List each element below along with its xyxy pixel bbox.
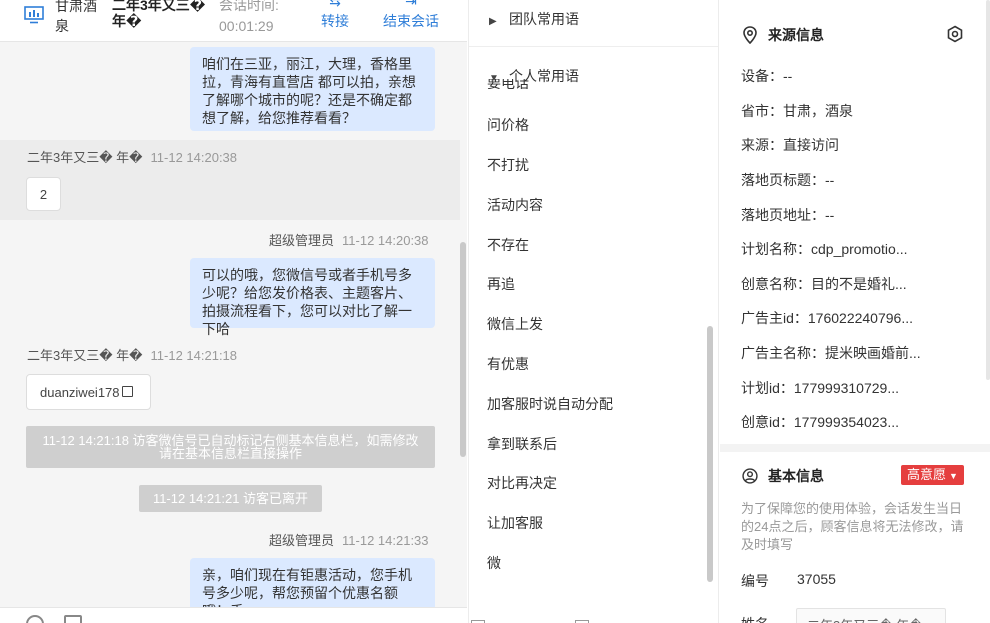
source-row-plan-id: 计划id：177999310729... [741, 380, 899, 396]
phrase-item[interactable]: 微信上发 [487, 314, 543, 334]
source-row-landing-url: 落地页地址：-- [741, 207, 835, 223]
message-sender: 二年3年又三� 年� [27, 348, 143, 363]
message-meta: 超级管理员 11-12 14:20:38 [269, 233, 429, 249]
agent-message-bubble: 可以的哦，您微信号或者手机号多少呢？给您发价格表、主题客片、拍摄流程看下，您可以… [190, 258, 435, 337]
source-row-creative-id: 创意id：177999354023... [741, 414, 899, 430]
source-row-advertiser-name: 广告主名称：提米映画婚前... [741, 345, 921, 361]
agent-message-bubble: 咱们在三亚，丽江，大理，香格里拉，青海有直营店 都可以拍，亲想了解哪个城市的呢？… [190, 47, 435, 131]
agent-message-bubble: 亲，咱们现在有钜惠活动，您手机号多少呢，帮您预留个优惠名额哦！手 [190, 558, 435, 607]
message-sender: 超级管理员 [269, 533, 335, 548]
group-divider [469, 46, 718, 47]
message-meta: 二年3年又三� 年� 11-12 14:20:38 [27, 150, 237, 166]
source-row-creative-name: 创意名称：目的不是婚礼... [741, 276, 907, 292]
copy-icon[interactable] [121, 385, 133, 397]
intent-level-dropdown[interactable]: 高意愿 ▼ [901, 465, 964, 485]
caret-right-icon: ▶ [489, 16, 497, 27]
emoji-icon[interactable] [26, 615, 44, 623]
phrase-item[interactable]: 不存在 [487, 235, 529, 255]
phrase-item[interactable]: 拿到联系后 [487, 434, 557, 454]
phrases-scrollbar[interactable] [707, 326, 713, 582]
customer-message-bubble: duanziwei178 [26, 374, 151, 410]
phrase-item[interactable]: 微 [487, 553, 501, 573]
source-row-landing-title: 落地页标题：-- [741, 172, 835, 188]
info-scrollbar[interactable] [986, 0, 990, 380]
chat-header: 甘肃酒泉 二年3年又三� 年� 会话时间: 00:01:29 ⇆ 转接 ⇥ 结束… [0, 0, 467, 42]
message-time: 11-12 14:21:18 [150, 348, 238, 363]
phrase-item[interactable]: 活动内容 [487, 195, 543, 215]
settings-icon[interactable] [946, 25, 964, 43]
message-time: 11-12 14:21:33 [342, 533, 429, 548]
visitor-name: 二年3年又三� 年� [112, 0, 206, 29]
team-phrases-group[interactable]: ▶ 团队常用语 [489, 9, 579, 29]
source-row-device: 设备：-- [741, 68, 793, 84]
source-info-label: 来源信息 [768, 27, 824, 43]
visitor-info-panel: 来源信息 设备：-- 省市：甘肃，酒泉 来源：直接访问 落地页标题：-- 落地页… [720, 0, 990, 623]
transfer-label: 转接 [321, 13, 349, 29]
message-meta: 二年3年又三� 年� 11-12 14:21:18 [27, 348, 237, 364]
exit-icon: ⇥ [405, 0, 417, 9]
phrase-item[interactable]: 要电话 [487, 79, 529, 89]
session-time: 00:01:29 [219, 18, 274, 34]
user-circle-icon [742, 468, 758, 484]
customer-message-text: duanziwei178 [40, 384, 120, 400]
message-sender: 二年3年又三� 年� [27, 150, 143, 165]
system-notice: 11-12 14:21:18 访客微信号已自动标记右侧基本信息栏，如需修改请在基… [26, 426, 435, 468]
image-icon[interactable] [64, 615, 82, 623]
source-row-region: 省市：甘肃，酒泉 [741, 103, 853, 119]
number-value: 37055 [797, 571, 836, 587]
message-meta: 超级管理员 11-12 14:21:33 [269, 533, 429, 549]
quick-phrases-panel: ▶ 团队常用语 ▼ 个人常用语 要电话 问价格 不打扰 活动内容 不存在 再追 微信… [468, 0, 719, 623]
basic-info-label: 基本信息 [768, 468, 824, 484]
customer-message: 二年3年又三� 年� 11-12 14:20:38 2 [0, 140, 460, 220]
composer-toolbar [0, 607, 467, 623]
source-row-advertiser-id: 广告主id：176022240796... [741, 310, 913, 326]
end-session-label: 结束会话 [383, 13, 439, 29]
team-phrases-label: 团队常用语 [509, 11, 579, 27]
source-row-plan-name: 计划名称：cdp_promotio... [741, 241, 908, 257]
system-notice: 11-12 14:21:21 访客已离开 [139, 485, 322, 512]
phrase-item[interactable]: 问价格 [487, 115, 529, 135]
message-time: 11-12 14:20:38 [342, 233, 429, 248]
end-session-button[interactable]: ⇥ 结束会话 [380, 0, 442, 31]
edit-notice: 为了保障您的使用体验，会话发生当日的24点之后，顾客信息将无法修改，请及时填写 [741, 501, 964, 552]
phrase-item[interactable]: 不打扰 [487, 155, 529, 175]
location-pin-icon [743, 26, 757, 44]
visitor-location: 甘肃酒泉 [55, 0, 97, 34]
session-time-label: 会话时间: [219, 0, 279, 13]
transfer-button[interactable]: ⇆ 转接 [317, 0, 353, 31]
basic-info-title: 基本信息 [742, 466, 824, 486]
name-field[interactable]: 二年3年又三� 年� [796, 608, 946, 623]
phrase-item[interactable]: 对比再决定 [487, 473, 557, 493]
section-divider [720, 444, 990, 452]
message-sender: 超级管理员 [269, 233, 335, 248]
name-label: 姓名 [741, 614, 769, 623]
caret-down-icon: ▼ [949, 471, 958, 481]
intent-level-value: 高意愿 [907, 467, 947, 482]
monitor-icon [24, 6, 44, 24]
phrase-item[interactable]: 让加客服 [487, 513, 543, 533]
phrase-item[interactable]: 加客服时说自动分配 [487, 394, 613, 414]
customer-message-bubble: 2 [26, 177, 61, 211]
source-info-title: 来源信息 [742, 25, 824, 45]
chat-scrollbar[interactable] [460, 242, 466, 457]
transfer-icon: ⇆ [329, 0, 341, 9]
phrase-item-label: 要电话 [487, 79, 529, 89]
number-label: 编号 [741, 573, 769, 589]
phrase-item[interactable]: 有优惠 [487, 354, 529, 374]
chat-messages[interactable]: 咱们在三亚，丽江，大理，香格里拉，青海有直营店 都可以拍，亲想了解哪个城市的呢？… [0, 42, 467, 607]
message-time: 11-12 14:20:38 [150, 150, 238, 165]
source-row-source: 来源：直接访问 [741, 137, 839, 153]
phrase-item[interactable]: 再追 [487, 274, 515, 294]
